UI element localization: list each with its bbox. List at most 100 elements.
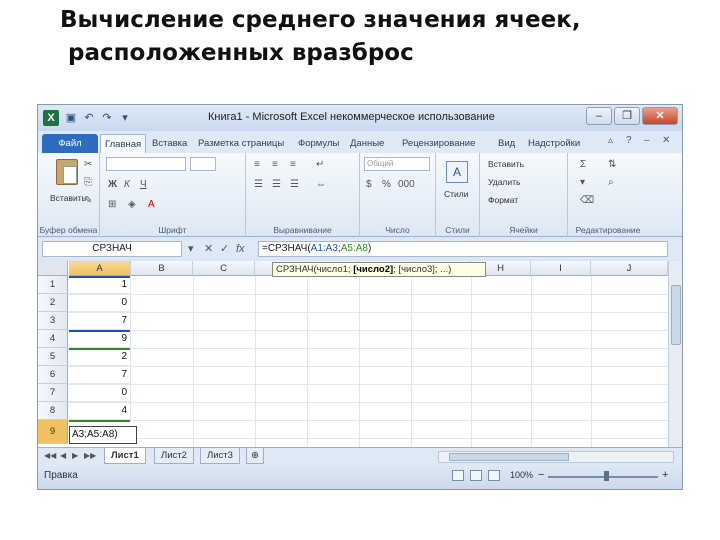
prev-sheet-icon[interactable]: ◀ bbox=[60, 451, 66, 460]
currency-icon[interactable]: $ bbox=[366, 179, 372, 190]
row-header[interactable]: 5 bbox=[38, 348, 68, 366]
sheet-tab-bar: ◀◀ ◀ ▶ ▶▶ Лист1 Лист2 Лист3 ⊕ bbox=[38, 447, 682, 465]
redo-icon[interactable]: ↷ bbox=[100, 111, 114, 125]
column-header-a[interactable]: A bbox=[69, 261, 131, 276]
name-box[interactable]: СРЗНАЧ bbox=[42, 241, 182, 257]
font-size-combo[interactable] bbox=[190, 157, 216, 171]
insert-cells-button[interactable]: Вставить bbox=[488, 159, 524, 169]
merge-cells-icon[interactable]: ⇔ bbox=[316, 179, 326, 190]
page-break-view-icon[interactable] bbox=[488, 470, 500, 481]
restore-button[interactable]: ❐ bbox=[614, 107, 640, 125]
format-cells-button[interactable]: Формат bbox=[488, 195, 518, 205]
clear-icon[interactable]: ⌫ bbox=[580, 195, 594, 206]
row-header[interactable]: 7 bbox=[38, 384, 68, 402]
row-header[interactable]: 4 bbox=[38, 330, 68, 348]
cancel-entry-icon[interactable]: ✕ bbox=[204, 241, 213, 257]
active-cell-editor-a9[interactable]: A3;A5:A8) bbox=[69, 426, 137, 444]
insert-sheet-icon[interactable]: ⊕ bbox=[246, 448, 264, 464]
customize-toolbar-icon[interactable]: ▾ bbox=[118, 111, 132, 125]
tab-data[interactable]: Данные bbox=[350, 134, 384, 153]
comma-icon[interactable]: 000 bbox=[398, 179, 415, 190]
italic-icon[interactable]: К bbox=[124, 179, 130, 190]
formula-input[interactable]: =СРЗНАЧ(A1:A3;A5:A8) bbox=[258, 241, 668, 257]
horizontal-scrollbar[interactable] bbox=[438, 451, 674, 463]
column-header-i[interactable]: I bbox=[531, 261, 591, 276]
row-header[interactable]: 2 bbox=[38, 294, 68, 312]
undo-icon[interactable]: ↶ bbox=[82, 111, 96, 125]
worksheet-grid[interactable]: A B C D E F G H I J 1 2 3 4 5 6 7 8 9 bbox=[38, 261, 682, 447]
delete-cells-button[interactable]: Удалить bbox=[488, 177, 520, 187]
first-sheet-icon[interactable]: ◀◀ bbox=[44, 451, 56, 460]
find-select-icon[interactable]: ⌕ bbox=[608, 177, 614, 188]
cell-a4[interactable]: 9 bbox=[69, 330, 131, 348]
tab-addins[interactable]: Надстройки bbox=[528, 134, 580, 153]
tab-file[interactable]: Файл bbox=[42, 134, 98, 153]
workbook-close-icon[interactable]: ✕ bbox=[662, 135, 670, 146]
wrap-text-icon[interactable]: ↵ bbox=[316, 159, 324, 170]
vertical-scroll-thumb[interactable] bbox=[671, 285, 681, 345]
copy-icon[interactable]: ⎘ bbox=[84, 177, 92, 188]
minimize-ribbon-icon[interactable]: ▵ bbox=[608, 135, 613, 146]
tab-home[interactable]: Главная bbox=[100, 134, 147, 153]
vertical-scrollbar[interactable] bbox=[668, 261, 682, 447]
row-header[interactable]: 6 bbox=[38, 366, 68, 384]
sort-filter-icon[interactable]: ⇅ bbox=[608, 159, 616, 170]
name-box-dropdown-icon[interactable]: ▾ bbox=[188, 241, 194, 257]
row-header[interactable]: 8 bbox=[38, 402, 68, 420]
tab-review[interactable]: Рецензирование bbox=[402, 134, 475, 153]
paste-button[interactable]: Вставить bbox=[50, 193, 86, 203]
sheet-tab-1[interactable]: Лист1 bbox=[104, 448, 146, 464]
fill-icon[interactable]: ▾ bbox=[580, 177, 585, 188]
normal-view-icon[interactable] bbox=[452, 470, 464, 481]
minimize-button[interactable]: – bbox=[586, 107, 612, 125]
autosum-icon[interactable]: Σ bbox=[580, 159, 586, 170]
styles-icon[interactable]: A bbox=[446, 161, 468, 183]
row-header[interactable]: 9 bbox=[38, 420, 68, 444]
zoom-level[interactable]: 100% bbox=[510, 470, 533, 480]
cut-icon[interactable]: ✂ bbox=[84, 159, 92, 170]
zoom-out-icon[interactable]: − bbox=[538, 469, 544, 481]
tab-view[interactable]: Вид bbox=[498, 134, 515, 153]
format-painter-icon[interactable]: ✎ bbox=[84, 195, 92, 206]
close-button[interactable]: ✕ bbox=[642, 107, 678, 125]
align-right-icon[interactable]: ☰ bbox=[290, 179, 299, 190]
font-color-icon[interactable]: A bbox=[148, 199, 155, 210]
zoom-slider[interactable] bbox=[548, 476, 658, 478]
column-header-j[interactable]: J bbox=[591, 261, 668, 276]
paste-icon[interactable] bbox=[56, 159, 78, 185]
tab-formulas[interactable]: Формулы bbox=[298, 134, 339, 153]
borders-icon[interactable]: ⊞ bbox=[108, 199, 116, 210]
font-name-combo[interactable] bbox=[106, 157, 186, 171]
row-header[interactable]: 1 bbox=[38, 276, 68, 294]
tab-page-layout[interactable]: Разметка страницы bbox=[198, 134, 284, 153]
sheet-tab-2[interactable]: Лист2 bbox=[154, 448, 194, 464]
bold-icon[interactable]: Ж bbox=[108, 179, 117, 190]
align-center-icon[interactable]: ☰ bbox=[272, 179, 281, 190]
align-left-icon[interactable]: ☰ bbox=[254, 179, 263, 190]
confirm-entry-icon[interactable]: ✓ bbox=[220, 241, 229, 257]
help-icon[interactable]: ? bbox=[626, 135, 632, 146]
next-sheet-icon[interactable]: ▶ bbox=[72, 451, 78, 460]
underline-icon[interactable]: Ч bbox=[140, 179, 147, 190]
select-all-corner[interactable] bbox=[38, 261, 68, 276]
horizontal-scroll-thumb[interactable] bbox=[449, 453, 569, 461]
styles-button[interactable]: Стили bbox=[444, 189, 469, 199]
zoom-slider-knob[interactable] bbox=[604, 471, 609, 481]
fill-color-icon[interactable]: ◈ bbox=[128, 199, 136, 210]
align-middle-icon[interactable]: ≡ bbox=[272, 159, 278, 170]
save-icon[interactable]: ▣ bbox=[64, 111, 78, 125]
column-header-b[interactable]: B bbox=[131, 261, 193, 276]
percent-icon[interactable]: % bbox=[382, 179, 391, 190]
last-sheet-icon[interactable]: ▶▶ bbox=[84, 451, 96, 460]
row-header[interactable]: 3 bbox=[38, 312, 68, 330]
sheet-tab-3[interactable]: Лист3 bbox=[200, 448, 240, 464]
align-bottom-icon[interactable]: ≡ bbox=[290, 159, 296, 170]
number-format-combo[interactable]: Общий bbox=[364, 157, 430, 171]
tab-insert[interactable]: Вставка bbox=[152, 134, 187, 153]
column-header-c[interactable]: C bbox=[193, 261, 255, 276]
zoom-in-icon[interactable]: + bbox=[662, 469, 668, 481]
insert-function-icon[interactable]: fx bbox=[236, 241, 245, 257]
workbook-minimize-icon[interactable]: – bbox=[644, 135, 650, 146]
page-layout-view-icon[interactable] bbox=[470, 470, 482, 481]
align-top-icon[interactable]: ≡ bbox=[254, 159, 260, 170]
